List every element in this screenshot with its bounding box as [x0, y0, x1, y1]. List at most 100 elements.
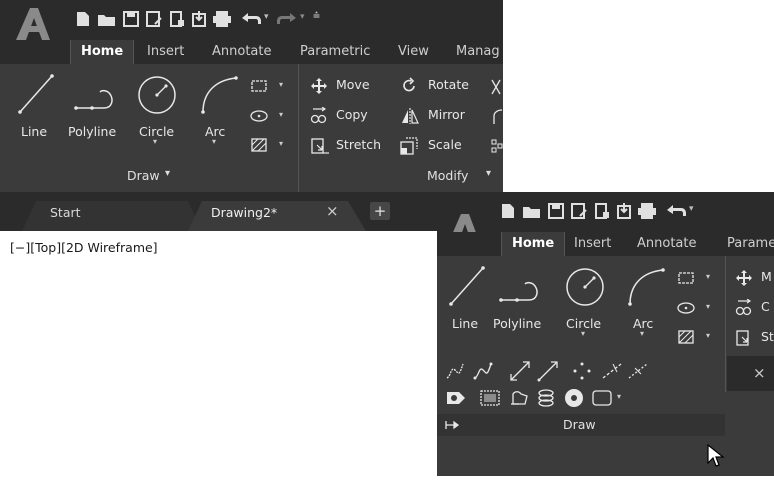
revision-cloud-icon[interactable]: [509, 388, 531, 408]
zoom-hatch-icon[interactable]: [676, 328, 696, 346]
boundary-dropdown-icon[interactable]: ▾: [617, 392, 621, 401]
zoom-ellipse-icon[interactable]: [676, 300, 696, 316]
wipeout-icon[interactable]: [479, 388, 501, 408]
arc-dropdown-icon[interactable]: ▾: [212, 137, 216, 146]
multiple-points-icon[interactable]: [571, 360, 593, 382]
zoom-undo-icon[interactable]: [665, 204, 687, 218]
zoom-move-icon[interactable]: [735, 269, 753, 287]
modify-panel-title-bar[interactable]: Modify ▾: [300, 162, 503, 188]
draw-panel-expand-icon[interactable]: ▾: [165, 168, 170, 179]
zoom-polyline-button[interactable]: Polyline: [493, 316, 541, 331]
zoom-new-file-icon[interactable]: [499, 202, 517, 220]
zoom-copy-label[interactable]: C: [761, 299, 770, 314]
construction-line-icon[interactable]: [509, 360, 531, 382]
zoom-tab-annotate[interactable]: Annotate: [637, 232, 696, 256]
zoom-tab-home[interactable]: Home: [501, 232, 566, 256]
polyline-button[interactable]: Polyline: [68, 124, 116, 139]
circle-icon[interactable]: [136, 74, 178, 116]
autocad-logo-icon[interactable]: [14, 6, 52, 42]
region-icon[interactable]: [445, 388, 467, 408]
tab-annotate[interactable]: Annotate: [212, 40, 271, 64]
zoom-stretch-icon[interactable]: [735, 329, 755, 347]
tab-drawing2[interactable]: Drawing2*: [211, 205, 277, 220]
helix-icon[interactable]: [535, 388, 557, 408]
draw-panel-title-bar[interactable]: Draw ▾: [0, 162, 298, 188]
redo-icon[interactable]: [276, 12, 298, 26]
open-folder-icon[interactable]: [97, 10, 117, 28]
save-icon[interactable]: [122, 10, 140, 28]
ellipse-dropdown-icon[interactable]: ▾: [279, 110, 283, 119]
tab-parametric[interactable]: Parametric: [300, 40, 370, 64]
zoom-save-as-icon[interactable]: [570, 202, 588, 220]
zoom-circle-icon[interactable]: [564, 266, 606, 308]
divide-icon[interactable]: [601, 360, 623, 382]
arc-icon[interactable]: [198, 72, 240, 116]
zoom-arc-dropdown-icon[interactable]: ▾: [640, 329, 644, 338]
stretch-button[interactable]: Stretch: [310, 136, 396, 156]
hatch-icon[interactable]: [249, 136, 269, 154]
rectangle-icon[interactable]: [249, 78, 269, 94]
tab-manage[interactable]: Manag: [456, 40, 500, 64]
array-icon[interactable]: [490, 138, 503, 156]
hatch-dropdown-icon[interactable]: ▾: [279, 139, 283, 148]
rotate-button[interactable]: Rotate: [400, 76, 480, 96]
rectangle-dropdown-icon[interactable]: ▾: [279, 80, 283, 89]
draw-panel-footer[interactable]: Draw: [437, 414, 725, 436]
zoom-arc-icon[interactable]: [625, 264, 667, 308]
plot-icon[interactable]: [212, 10, 232, 28]
close-tab-icon[interactable]: ×: [326, 202, 339, 220]
tab-view[interactable]: View: [398, 40, 429, 64]
redo-dropdown-icon[interactable]: ▾: [300, 12, 305, 22]
move-button[interactable]: Move: [310, 76, 396, 96]
zoom-save-web-icon[interactable]: [615, 202, 633, 220]
ellipse-icon[interactable]: [249, 108, 269, 124]
pin-panel-icon[interactable]: [445, 420, 459, 430]
undo-icon[interactable]: [240, 12, 262, 26]
zoom-hatch-dropdown-icon[interactable]: ▾: [706, 331, 710, 340]
modify-panel-expand-icon[interactable]: ▾: [486, 168, 491, 179]
zoom-move-label[interactable]: M: [761, 269, 772, 284]
trim-icon[interactable]: [490, 78, 503, 96]
tab-insert[interactable]: Insert: [147, 40, 184, 64]
circle-dropdown-icon[interactable]: ▾: [153, 137, 157, 146]
save-web-icon[interactable]: [190, 10, 208, 28]
save-as-icon[interactable]: [145, 10, 163, 28]
spline-cv-icon[interactable]: [473, 360, 495, 382]
zoom-stretch-label[interactable]: St: [761, 329, 774, 344]
zoom-copy-icon[interactable]: [735, 299, 753, 317]
zoom-tab-parametric[interactable]: Parame: [727, 232, 774, 256]
line-button[interactable]: Line: [21, 124, 47, 139]
copy-button[interactable]: Copy: [310, 106, 396, 126]
polyline-icon[interactable]: [72, 82, 118, 116]
zoom-rectangle-dropdown-icon[interactable]: ▾: [706, 272, 710, 281]
donut-icon[interactable]: [563, 388, 585, 408]
boundary-icon[interactable]: [591, 388, 613, 408]
fillet-icon[interactable]: [490, 108, 503, 126]
zoom-line-button[interactable]: Line: [452, 316, 478, 331]
zoom-open-folder-icon[interactable]: [522, 202, 542, 220]
ray-icon[interactable]: [537, 360, 559, 382]
viewport-controls[interactable]: [−][Top][2D Wireframe]: [10, 240, 158, 255]
zoom-undo-dropdown-icon[interactable]: ▾: [689, 204, 694, 214]
open-web-icon[interactable]: [168, 10, 186, 28]
zoom-ellipse-dropdown-icon[interactable]: ▾: [706, 302, 710, 311]
new-tab-icon[interactable]: +: [370, 202, 390, 220]
zoom-rectangle-icon[interactable]: [676, 270, 696, 286]
new-file-icon[interactable]: [74, 10, 92, 28]
zoom-tab-insert[interactable]: Insert: [574, 232, 611, 256]
zoom-circle-dropdown-icon[interactable]: ▾: [581, 329, 585, 338]
line-icon[interactable]: [16, 72, 56, 116]
spline-fit-icon[interactable]: [445, 360, 467, 382]
tab-start[interactable]: Start: [50, 205, 81, 220]
undo-dropdown-icon[interactable]: ▾: [264, 12, 269, 22]
scale-button[interactable]: Scale: [400, 136, 480, 156]
mirror-button[interactable]: Mirror: [400, 106, 480, 126]
zoom-close-tab-icon[interactable]: ×: [753, 364, 766, 382]
zoom-polyline-icon[interactable]: [497, 274, 543, 308]
zoom-open-web-icon[interactable]: [593, 202, 611, 220]
measure-icon[interactable]: [627, 360, 649, 382]
zoom-line-icon[interactable]: [447, 264, 487, 308]
zoom-save-icon[interactable]: [547, 202, 565, 220]
zoom-plot-icon[interactable]: [637, 202, 657, 220]
customize-qat-icon[interactable]: ⩮: [313, 8, 320, 23]
